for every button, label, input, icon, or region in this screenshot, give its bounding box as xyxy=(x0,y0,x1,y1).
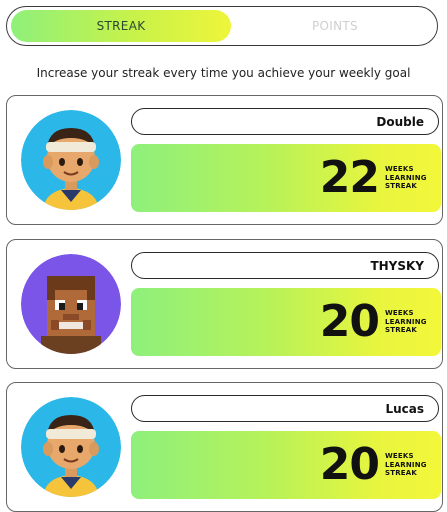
streak-label-streak: STREAK xyxy=(385,326,418,334)
streak-box: 20 WEEKS LEARNING STREAK xyxy=(131,288,441,356)
tab-streak[interactable]: STREAK xyxy=(11,10,231,42)
player-name: Double xyxy=(131,108,439,135)
streak-label: WEEKS LEARNING STREAK xyxy=(385,165,427,191)
leaderboard-card: Lucas 20 WEEKS LEARNING STREAK xyxy=(6,382,443,512)
leaderboard-card: THYSKY 20 WEEKS LEARNING STREAK xyxy=(6,239,443,369)
leaderboard-card: Double 22 WEEKS LEARNING STREAK xyxy=(6,95,443,225)
tab-points[interactable]: POINTS xyxy=(235,10,435,42)
streak-label-learning: LEARNING xyxy=(385,317,427,326)
streak-label: WEEKS LEARNING STREAK xyxy=(385,452,427,478)
streak-label-learning: LEARNING xyxy=(385,173,427,182)
streak-count: 20 xyxy=(319,296,380,347)
streak-box: 22 WEEKS LEARNING STREAK xyxy=(131,144,441,212)
streak-label: WEEKS LEARNING STREAK xyxy=(385,309,427,335)
blocky-avatar xyxy=(21,254,121,354)
boy-headband-avatar xyxy=(21,110,121,210)
streak-count: 22 xyxy=(319,152,380,203)
streak-label-weeks: WEEKS xyxy=(385,309,414,317)
streak-count: 20 xyxy=(319,439,380,490)
streak-label-streak: STREAK xyxy=(385,469,418,477)
streak-label-streak: STREAK xyxy=(385,182,418,190)
streak-label-weeks: WEEKS xyxy=(385,165,414,173)
player-name: THYSKY xyxy=(131,252,439,279)
player-name: Lucas xyxy=(131,395,439,422)
boy-headband-avatar xyxy=(21,397,121,497)
streak-label-weeks: WEEKS xyxy=(385,452,414,460)
leaderboard-tabs: STREAK POINTS xyxy=(6,6,438,46)
streak-label-learning: LEARNING xyxy=(385,460,427,469)
streak-box: 20 WEEKS LEARNING STREAK xyxy=(131,431,441,499)
streak-description: Increase your streak every time you achi… xyxy=(36,66,411,80)
